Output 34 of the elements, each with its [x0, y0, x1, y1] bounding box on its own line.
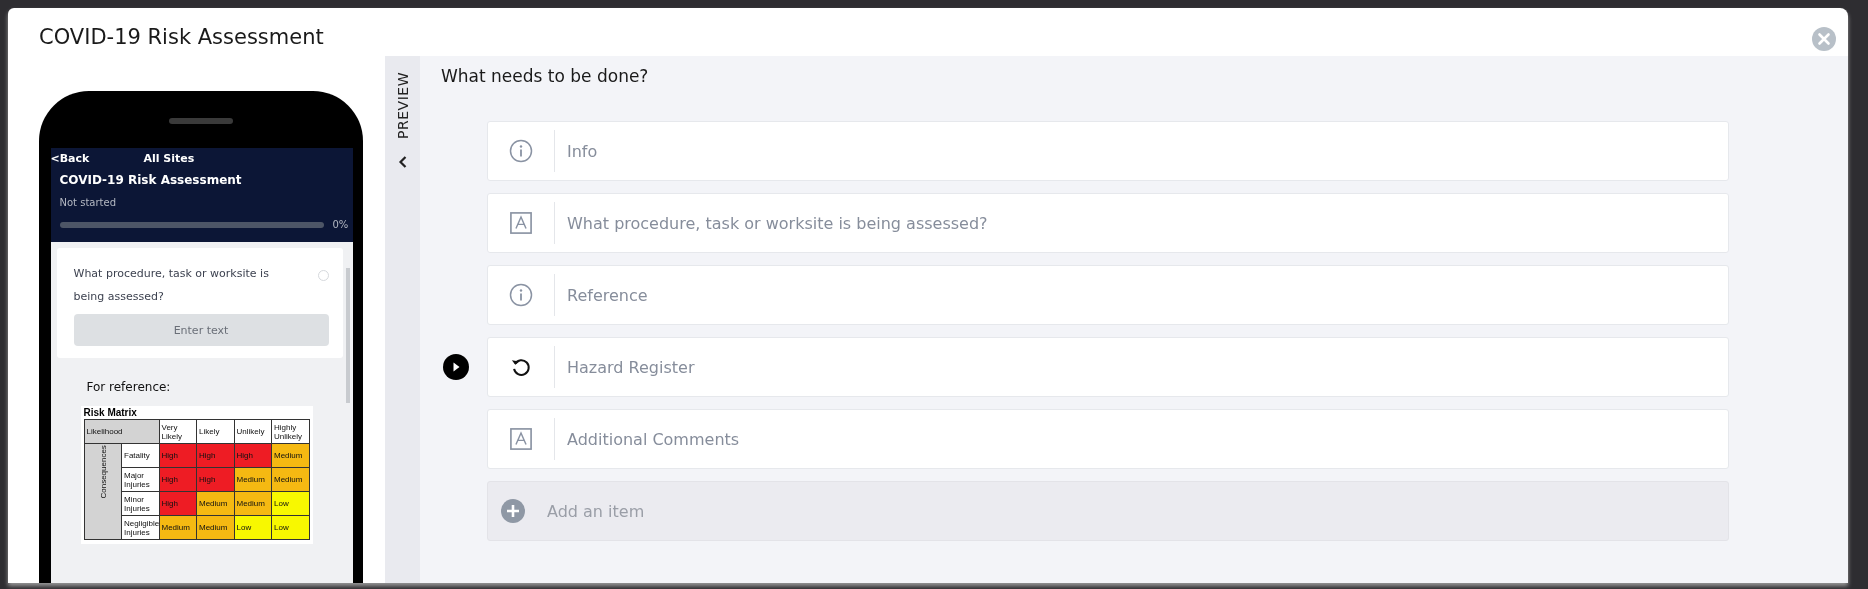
reference-label: For reference: [86, 380, 172, 394]
scrollbar[interactable] [345, 268, 350, 403]
question-text: What procedure, task or worksite is being assessed? [73, 266, 270, 305]
phone-speaker [168, 118, 233, 124]
repeat-icon [510, 356, 532, 378]
modal-title: COVID-19 Risk Assessment [39, 25, 324, 49]
status-text: Not started [59, 197, 117, 208]
table-cell: Highly Unlikely [271, 419, 309, 444]
back-link[interactable]: <Back [50, 152, 90, 165]
form-item[interactable]: Hazard Register [487, 337, 1729, 397]
text-input[interactable]: Enter text [73, 314, 329, 346]
info-icon [509, 283, 533, 307]
table-cell: Very Likely [159, 419, 197, 444]
progress-reading: 0% [332, 219, 349, 230]
form-item[interactable]: What procedure, task or worksite is being assessed? [487, 193, 1729, 253]
preview-tab[interactable]: PREVIEW [385, 56, 420, 583]
form-item[interactable]: Info [487, 121, 1729, 181]
info-icon [509, 139, 533, 163]
text-field-icon [510, 212, 532, 234]
plus-icon [501, 499, 525, 523]
section-heading: What needs to be done? [441, 66, 650, 88]
table-cell: Likely [196, 419, 234, 444]
matrix-title: Risk Matrix [83, 407, 138, 418]
add-item-button[interactable]: Add an item [487, 481, 1729, 541]
form-item[interactable]: Additional Comments [487, 409, 1729, 469]
form-title: COVID-19 Risk Assessment [59, 173, 243, 187]
text-field-icon [510, 428, 532, 450]
form-item[interactable]: Reference [487, 265, 1729, 325]
table-cell: Unlikely [234, 419, 272, 444]
table-cell: Consequences [84, 443, 122, 540]
table-cell: Likelihood [84, 419, 159, 444]
play-icon[interactable] [443, 354, 469, 380]
chevron-left-icon[interactable] [397, 154, 408, 169]
site-title: All Sites [143, 152, 195, 165]
